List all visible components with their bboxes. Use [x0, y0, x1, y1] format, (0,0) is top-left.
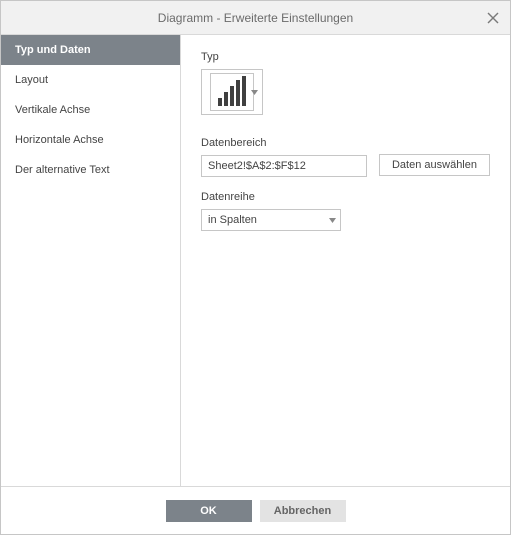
sidebar-item-alt-text[interactable]: Der alternative Text — [1, 155, 180, 185]
data-range-label: Datenbereich — [201, 137, 367, 149]
data-series-label: Datenreihe — [201, 191, 490, 203]
sidebar-item-label: Horizontale Achse — [15, 134, 104, 146]
sidebar-item-label: Typ und Daten — [15, 44, 91, 56]
column-chart-icon — [210, 73, 254, 111]
dialog-chart-advanced: Diagramm - Erweiterte Einstellungen Typ … — [0, 0, 511, 535]
dialog-body: Typ und Daten Layout Vertikale Achse Hor… — [1, 35, 510, 486]
close-icon[interactable] — [486, 11, 500, 25]
main-panel: Typ Datenbereich — [181, 35, 510, 486]
chart-type-select[interactable] — [201, 69, 263, 115]
button-label: OK — [200, 505, 217, 517]
data-series-value[interactable] — [201, 209, 341, 231]
sidebar-item-label: Vertikale Achse — [15, 104, 90, 116]
sidebar-item-layout[interactable]: Layout — [1, 65, 180, 95]
sidebar-item-type-and-data[interactable]: Typ und Daten — [1, 35, 180, 65]
chevron-down-icon — [251, 86, 258, 98]
sidebar-item-vertical-axis[interactable]: Vertikale Achse — [1, 95, 180, 125]
dialog-title: Diagramm - Erweiterte Einstellungen — [158, 11, 353, 25]
sidebar-item-label: Layout — [15, 74, 48, 86]
button-label: Daten auswählen — [392, 159, 477, 171]
button-label: Abbrechen — [274, 505, 331, 517]
dialog-header: Diagramm - Erweiterte Einstellungen — [1, 1, 510, 35]
cancel-button[interactable]: Abbrechen — [260, 500, 346, 522]
sidebar: Typ und Daten Layout Vertikale Achse Hor… — [1, 35, 181, 486]
sidebar-item-label: Der alternative Text — [15, 164, 110, 176]
data-series-select[interactable] — [201, 209, 341, 231]
ok-button[interactable]: OK — [166, 500, 252, 522]
select-data-button[interactable]: Daten auswählen — [379, 154, 490, 176]
type-label: Typ — [201, 51, 490, 63]
sidebar-item-horizontal-axis[interactable]: Horizontale Achse — [1, 125, 180, 155]
dialog-footer: OK Abbrechen — [1, 486, 510, 534]
data-range-input[interactable] — [201, 155, 367, 177]
